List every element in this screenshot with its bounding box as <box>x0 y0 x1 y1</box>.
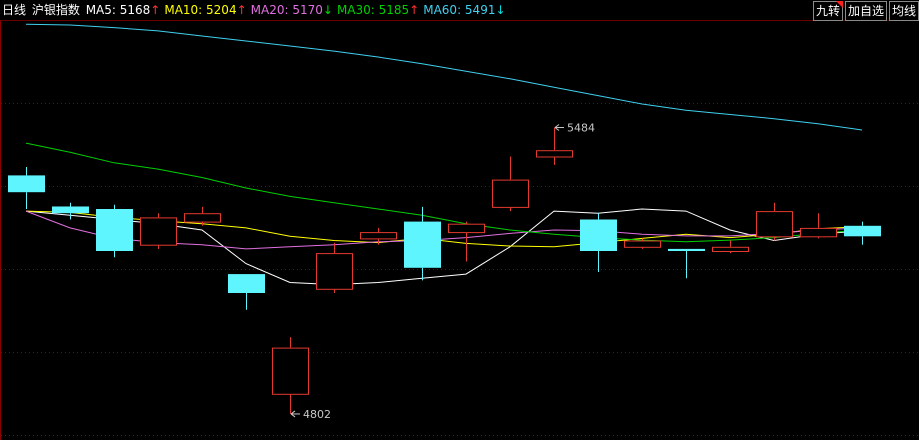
candle-body-down <box>228 274 265 293</box>
ma-legend-value: MA20: 5170 <box>250 3 323 17</box>
candle-body-down <box>844 225 881 237</box>
candle-body-up <box>492 179 529 208</box>
ma-legend-value: MA5: 5168 <box>85 3 151 17</box>
ma-legend-value: MA60: 5491 <box>423 3 496 17</box>
price-marker-label: 5484 <box>567 122 595 135</box>
candle-body-down <box>668 248 705 251</box>
candle-body-up <box>316 253 353 290</box>
candle-body-down <box>8 175 45 193</box>
ma-legend-value: MA30: 5185 <box>336 3 410 17</box>
ma-trend-arrow: ↓ <box>495 3 506 17</box>
candle-body-up <box>140 217 177 246</box>
ma-legend-value: MA10: 5204 <box>164 3 237 17</box>
ma-line-ma60 <box>25 23 863 131</box>
candle-body-up <box>536 150 573 158</box>
ma-legend-item: MA30: 5185↑ <box>337 3 421 17</box>
ma-legend: MA5: 5168↑ MA10: 5204↑ MA20: 5170↓ MA30: 51… <box>86 3 510 17</box>
moving-average-button[interactable]: 均线 <box>888 1 919 21</box>
index-name: 沪银指数 <box>31 3 80 17</box>
ma-legend-item: MA60: 5491↓ <box>423 3 507 17</box>
ma-legend-item: MA20: 5170↓ <box>251 3 335 17</box>
jiuzhuan-button[interactable]: 九转 <box>812 1 843 21</box>
candlestick-chart[interactable]: 5484 4802 <box>0 0 919 440</box>
candle-body-up <box>756 211 793 238</box>
price-marker-label: 4802 <box>303 408 331 421</box>
toolbar-buttons: 九转 加自选 均线 <box>811 1 919 21</box>
ma-trend-arrow: ↑ <box>409 3 420 17</box>
candle-body-down <box>404 221 441 268</box>
ma-legend-item: MA5: 5168↑ <box>86 3 163 17</box>
candle-body-up <box>624 240 661 248</box>
chart-header: 日线 沪银指数 MA5: 5168↑ MA10: 5204↑ MA20: 5170↓… <box>2 2 512 18</box>
period-label: 日线 <box>2 3 27 17</box>
ma-trend-arrow: ↑ <box>236 3 247 17</box>
ma-trend-arrow: ↑ <box>150 3 161 17</box>
candle-body-up <box>272 347 309 395</box>
candle-body-up <box>184 213 221 223</box>
candle-body-up <box>800 227 837 238</box>
candle-body-up <box>712 246 749 253</box>
candle-body-down <box>96 209 133 251</box>
candle-body-down <box>52 206 89 214</box>
candle-body-down <box>580 219 617 251</box>
ma-trend-arrow: ↓ <box>322 3 333 17</box>
ma-legend-item: MA10: 5204↑ <box>164 3 248 17</box>
candle-body-up <box>360 232 397 240</box>
candle-body-up <box>448 223 485 234</box>
add-watchlist-button[interactable]: 加自选 <box>844 1 887 21</box>
